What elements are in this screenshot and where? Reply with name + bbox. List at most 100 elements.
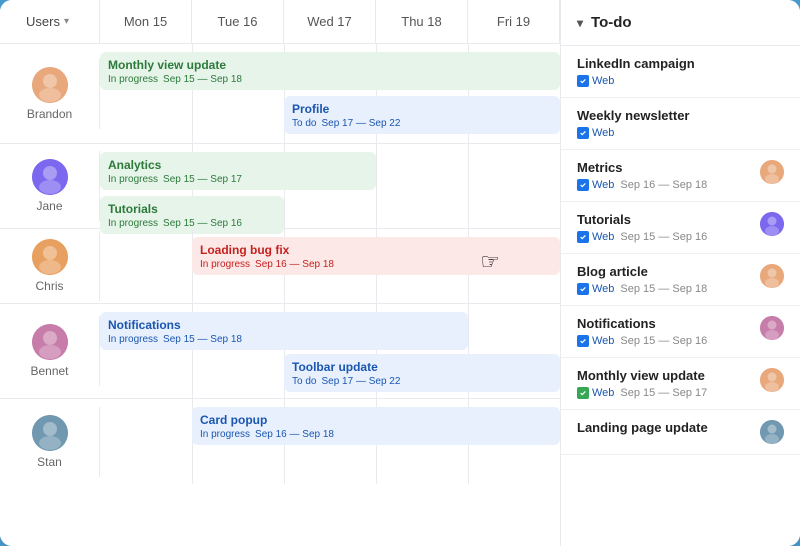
tag-checkbox bbox=[577, 231, 589, 243]
avatar-brandon bbox=[32, 67, 68, 103]
tag-web-label: Web bbox=[592, 335, 614, 347]
todo-item-dates: Sep 15 — Sep 17 bbox=[620, 387, 707, 399]
todo-item-title: Weekly newsletter bbox=[577, 108, 784, 123]
user-avatar-col-stan: Stan bbox=[0, 407, 100, 477]
users-column-header[interactable]: Users ▾ bbox=[0, 0, 100, 43]
user-avatar-col-jane: Jane bbox=[0, 151, 100, 221]
task-dates: Sep 15 — Sep 17 bbox=[163, 174, 242, 185]
todo-item-7[interactable]: Landing page update bbox=[561, 410, 800, 455]
task-meta: In progress Sep 16 — Sep 18 bbox=[200, 429, 552, 440]
task-card-stan-0[interactable]: Card popupIn progressSep 16 — Sep 18 bbox=[192, 407, 560, 445]
task-meta: In progressSep 15 — Sep 16 bbox=[108, 218, 276, 229]
todo-item-6[interactable]: Monthly view update Web Sep 15 — Sep 17 bbox=[561, 358, 800, 410]
tasks-area-chris: Loading bug fix In progressSep 16 — Sep 1… bbox=[100, 229, 560, 303]
user-name-stan: Stan bbox=[37, 455, 62, 469]
user-name-brandon: Brandon bbox=[27, 107, 72, 121]
tasks-area-stan: Card popupIn progressSep 16 — Sep 18 bbox=[100, 399, 560, 484]
tag-checkbox bbox=[577, 335, 589, 347]
user-name-jane: Jane bbox=[36, 199, 62, 213]
task-dates: Sep 15 — Sep 18 bbox=[163, 74, 242, 85]
todo-item-0[interactable]: LinkedIn campaign Web bbox=[561, 46, 800, 98]
todo-item-dates: Sep 15 — Sep 16 bbox=[620, 335, 707, 347]
day-header-3[interactable]: Thu 18 bbox=[376, 0, 468, 44]
tasks-area-jane: AnalyticsIn progressSep 15 — Sep 17Tutor… bbox=[100, 144, 560, 228]
todo-item-tags: Web Sep 15 — Sep 18 bbox=[577, 283, 754, 295]
todo-item-dates: Sep 15 — Sep 18 bbox=[620, 283, 707, 295]
user-row-brandon: Brandon Monthly view update In progress Sep… bbox=[0, 44, 560, 144]
day-header-4[interactable]: Fri 19 bbox=[468, 0, 560, 44]
todo-item-1[interactable]: Weekly newsletter Web bbox=[561, 98, 800, 150]
task-status: In progress bbox=[108, 74, 158, 85]
task-meta: In progress Sep 15 — Sep 17 bbox=[108, 174, 368, 185]
user-row-jane: JaneAnalyticsIn progressSep 15 — Sep 17T… bbox=[0, 144, 560, 229]
todo-item-tags: Web Sep 15 — Sep 17 bbox=[577, 387, 754, 399]
header-row: Users ▾ Mon 15Tue 16Wed 17Thu 18Fri 19 bbox=[0, 0, 560, 44]
todo-item-avatar bbox=[760, 316, 784, 340]
todo-item-left: Notifications Web Sep 15 — Sep 16 bbox=[577, 316, 754, 347]
task-card-jane-0[interactable]: Analytics In progress Sep 15 — Sep 17 bbox=[100, 152, 376, 190]
todo-item-left: Blog articleWebSep 15 — Sep 18 bbox=[577, 264, 754, 295]
task-card-chris-0[interactable]: Loading bug fix In progressSep 16 — Sep 1… bbox=[192, 237, 560, 275]
user-row-bennet: BennetNotificationsIn progressSep 15 — S… bbox=[0, 304, 560, 399]
todo-item-avatar bbox=[760, 420, 784, 444]
main-area: Users ▾ Mon 15Tue 16Wed 17Thu 18Fri 19 B… bbox=[0, 0, 560, 546]
tag-web-label: Web bbox=[592, 231, 614, 243]
avatar-bennet bbox=[32, 324, 68, 360]
todo-item-5[interactable]: Notifications Web Sep 15 — Sep 16 bbox=[561, 306, 800, 358]
task-dates: Sep 17 — Sep 22 bbox=[321, 118, 400, 129]
sidebar: ▾ To-do LinkedIn campaignWebWeekly newsl… bbox=[560, 0, 800, 546]
day-header-1[interactable]: Tue 16 bbox=[192, 0, 284, 44]
task-meta: To doSep 17 — Sep 22 bbox=[292, 118, 552, 129]
user-row-chris: ChrisLoading bug fixIn progressSep 16 — … bbox=[0, 229, 560, 304]
task-title: Monthly view update bbox=[108, 58, 552, 72]
task-dates: Sep 15 — Sep 18 bbox=[163, 334, 242, 345]
sidebar-chevron-icon: ▾ bbox=[577, 16, 583, 30]
tasks-area-bennet: NotificationsIn progressSep 15 — Sep 18 T… bbox=[100, 304, 560, 398]
tag-checkbox bbox=[577, 127, 589, 139]
tag-web-label: Web bbox=[592, 387, 614, 399]
tag-web-label: Web bbox=[592, 127, 614, 139]
tag-web-label: Web bbox=[592, 75, 614, 87]
tag-web: Web bbox=[577, 283, 614, 295]
todo-item-3[interactable]: TutorialsWebSep 15 — Sep 16 bbox=[561, 202, 800, 254]
todo-item-avatar bbox=[760, 264, 784, 288]
task-status: In progress bbox=[200, 429, 250, 440]
tag-checkbox bbox=[577, 283, 589, 295]
todo-item-title: LinkedIn campaign bbox=[577, 56, 784, 71]
day-header-0[interactable]: Mon 15 bbox=[100, 0, 192, 44]
todo-item-left: Metrics WebSep 16 — Sep 18 bbox=[577, 160, 754, 191]
day-divider bbox=[376, 144, 377, 228]
tag-web: Web bbox=[577, 387, 614, 399]
task-title: Toolbar update bbox=[292, 360, 552, 374]
todo-item-2[interactable]: Metrics WebSep 16 — Sep 18 bbox=[561, 150, 800, 202]
day-header-2[interactable]: Wed 17 bbox=[284, 0, 376, 44]
tag-web: Web bbox=[577, 75, 614, 87]
task-dates: Sep 16 — Sep 18 bbox=[255, 259, 334, 270]
tag-web: Web bbox=[577, 231, 614, 243]
task-title: Loading bug fix bbox=[200, 243, 552, 257]
task-card-bennet-0[interactable]: NotificationsIn progressSep 15 — Sep 18 bbox=[100, 312, 468, 350]
task-status: In progress bbox=[108, 174, 158, 185]
todo-item-4[interactable]: Blog articleWebSep 15 — Sep 18 bbox=[561, 254, 800, 306]
todo-item-left: Weekly newsletter Web bbox=[577, 108, 784, 139]
task-card-bennet-1[interactable]: Toolbar update To doSep 17 — Sep 22 bbox=[284, 354, 560, 392]
task-card-brandon-1[interactable]: ProfileTo doSep 17 — Sep 22 bbox=[284, 96, 560, 134]
day-divider bbox=[468, 144, 469, 228]
task-dates: Sep 16 — Sep 18 bbox=[255, 429, 334, 440]
todo-item-title: Metrics bbox=[577, 160, 754, 175]
task-card-brandon-0[interactable]: Monthly view update In progress Sep 15 — S… bbox=[100, 52, 560, 90]
todo-item-title: Monthly view update bbox=[577, 368, 754, 383]
todo-item-title: Notifications bbox=[577, 316, 754, 331]
todo-item-tags: WebSep 16 — Sep 18 bbox=[577, 179, 754, 191]
todo-item-tags: Web bbox=[577, 75, 784, 87]
tag-web-label: Web bbox=[592, 283, 614, 295]
todo-item-tags: Web Sep 15 — Sep 16 bbox=[577, 335, 754, 347]
task-title: Analytics bbox=[108, 158, 368, 172]
task-meta: To doSep 17 — Sep 22 bbox=[292, 376, 552, 387]
tag-checkbox bbox=[577, 387, 589, 399]
avatar-stan bbox=[32, 415, 68, 451]
tag-web: Web bbox=[577, 127, 614, 139]
todo-label: To-do bbox=[591, 14, 632, 31]
task-meta: In progressSep 16 — Sep 18 bbox=[200, 259, 552, 270]
todo-item-dates: Sep 15 — Sep 16 bbox=[620, 231, 707, 243]
